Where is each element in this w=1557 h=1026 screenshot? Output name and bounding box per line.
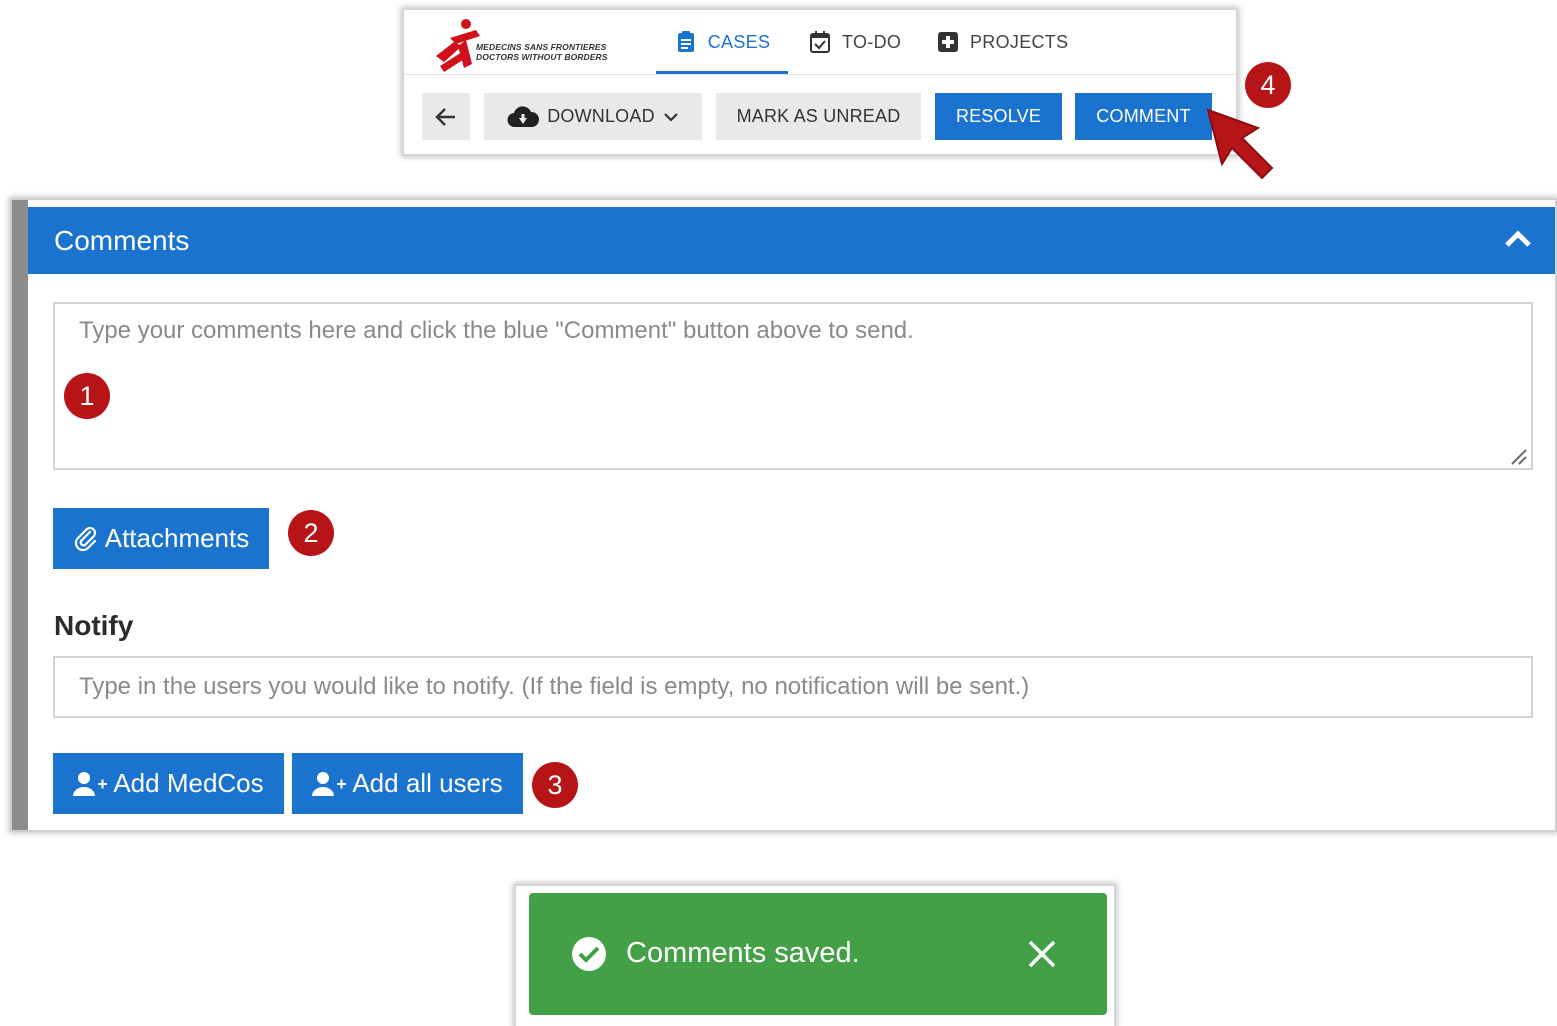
comment-button[interactable]: COMMENT <box>1075 93 1212 140</box>
tab-todo[interactable]: TO-DO <box>808 10 901 74</box>
arrow-left-icon <box>435 107 455 126</box>
tab-cases-label: CASES <box>707 31 771 52</box>
comments-title: Comments <box>54 224 190 256</box>
step-marker-2: 2 <box>288 510 334 556</box>
user-plus-icon <box>312 771 347 796</box>
calendar-check-icon <box>810 31 830 53</box>
comments-header[interactable]: Comments <box>28 207 1555 274</box>
back-button[interactable] <box>422 93 470 140</box>
step-marker-3: 3 <box>532 762 578 808</box>
step-marker-1: 1 <box>64 373 110 419</box>
msf-logo[interactable]: MEDECINS SANS FRONTIERES DOCTORS WITHOUT… <box>432 16 622 72</box>
close-icon[interactable] <box>1025 937 1059 971</box>
tab-projects[interactable]: PROJECTS <box>936 10 1068 74</box>
top-nav-bar: MEDECINS SANS FRONTIERES DOCTORS WITHOUT… <box>404 10 1236 75</box>
resize-grip-icon[interactable] <box>1508 446 1528 466</box>
comment-textarea[interactable] <box>53 302 1533 470</box>
user-plus-icon <box>73 771 108 796</box>
download-button[interactable]: DOWNLOAD <box>484 93 702 140</box>
check-circle-icon <box>572 937 606 971</box>
logo-text: MEDECINS SANS FRONTIERES DOCTORS WITHOUT… <box>476 42 608 62</box>
clipboard-icon <box>677 31 694 52</box>
download-label: DOWNLOAD <box>547 106 655 126</box>
logo-line-2: DOCTORS WITHOUT BORDERS <box>476 52 608 62</box>
toast-frame: ........... Comments saved. <box>516 882 1114 1026</box>
mark-as-unread-button[interactable]: MARK AS UNREAD <box>716 93 921 140</box>
notify-users-input[interactable] <box>53 656 1533 718</box>
toast-message: Comments saved. <box>626 937 860 969</box>
logo-line-1: MEDECINS SANS FRONTIERES <box>476 42 607 52</box>
resolve-button[interactable]: RESOLVE <box>935 93 1062 140</box>
add-medcos-label: Add MedCos <box>113 768 264 798</box>
tab-projects-label: PROJECTS <box>970 31 1069 52</box>
attachments-label: Attachments <box>104 523 250 553</box>
tab-todo-label: TO-DO <box>842 31 902 52</box>
tab-cases[interactable]: CASES <box>656 10 788 74</box>
paperclip-icon <box>74 526 96 551</box>
cloud-download-icon <box>507 105 540 127</box>
chevron-down-icon <box>664 112 678 122</box>
add-all-users-label: Add all users <box>352 768 503 798</box>
case-navigation-panel: MEDECINS SANS FRONTIERES DOCTORS WITHOUT… <box>404 10 1236 154</box>
attachments-button[interactable]: Attachments <box>53 508 269 569</box>
notify-label: Notify <box>54 610 134 641</box>
add-all-users-button[interactable]: Add all users <box>292 753 523 814</box>
add-medcos-button[interactable]: Add MedCos <box>53 753 284 814</box>
plus-square-icon <box>938 32 958 52</box>
chevron-up-icon[interactable] <box>1503 229 1533 249</box>
step-marker-4: 4 <box>1245 62 1291 108</box>
comments-panel: Comments Attachments Notify Add MedCos <box>12 200 1555 830</box>
success-toast: Comments saved. <box>529 893 1107 1015</box>
cursor-arrow-icon <box>1206 108 1274 180</box>
